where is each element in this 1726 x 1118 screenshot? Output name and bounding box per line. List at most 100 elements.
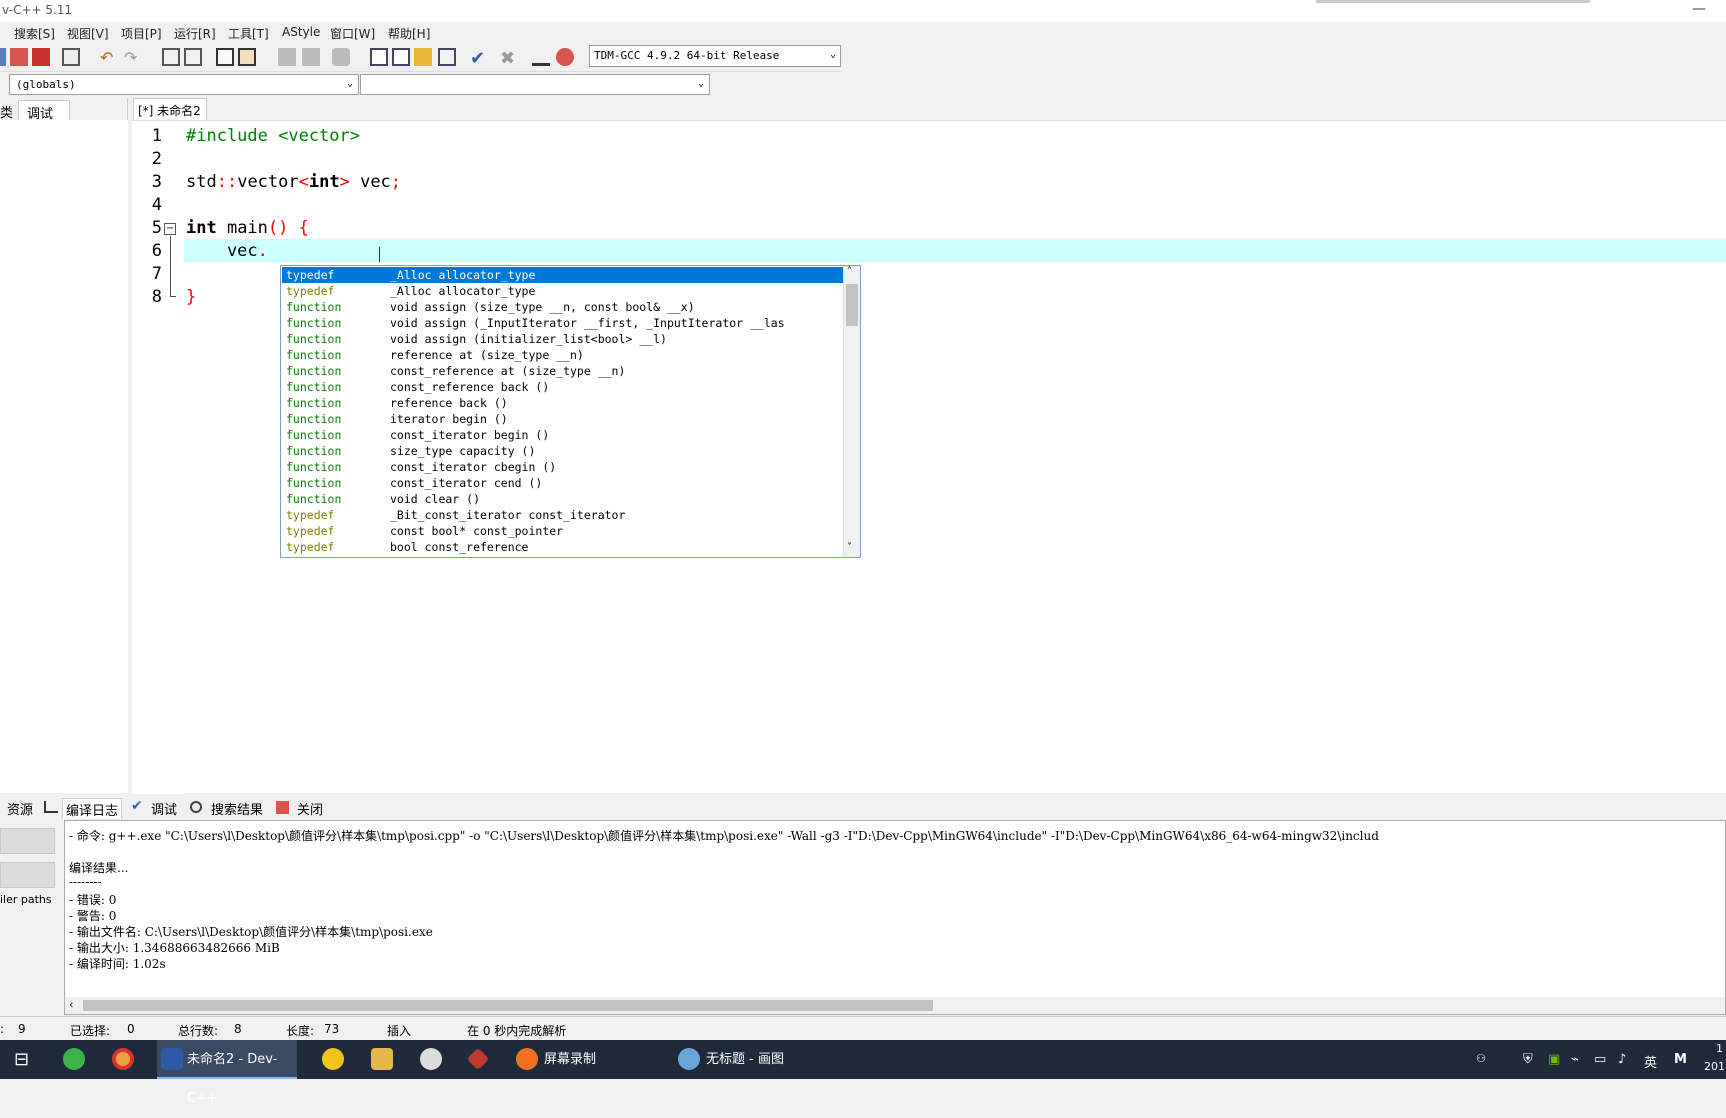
ac-item[interactable]: function void assign (_InputIterator __fi… [282, 315, 844, 331]
tab-debug[interactable]: 调试 [18, 100, 70, 122]
scroll-left-icon[interactable]: ‹ [69, 998, 73, 1011]
ac-item[interactable]: function const_iterator cend () [282, 475, 844, 491]
menu-tools[interactable]: 工具[T] [228, 25, 269, 42]
menu-window[interactable]: 窗口[W] [330, 25, 375, 42]
ac-item[interactable]: function void clear () [282, 491, 844, 507]
ac-item[interactable]: function const_reference back () [282, 379, 844, 395]
layout-icon[interactable] [414, 48, 432, 66]
tray-network-icon[interactable]: ⌁ [1571, 1052, 1579, 1067]
app-yellow-icon[interactable] [322, 1048, 344, 1070]
autocomplete-popup[interactable]: typedef _Alloc allocator_type typedef _All… [280, 265, 861, 558]
find-icon[interactable] [162, 48, 180, 66]
tab-classes[interactable]: 类 [0, 100, 17, 121]
bookmark-icon[interactable] [238, 48, 256, 66]
folder-icon[interactable] [371, 1048, 393, 1070]
scroll-down-icon[interactable]: ˅ [847, 542, 852, 553]
tray-m-icon[interactable]: M [1674, 1052, 1687, 1067]
save-icon[interactable] [0, 48, 6, 66]
compile-log[interactable]: - 命令: g++.exe "C:\Users\l\Desktop\颜值评分\样… [64, 820, 1726, 1015]
tab-compile-log[interactable]: 编译日志 [62, 798, 123, 819]
forward-icon[interactable] [302, 48, 320, 66]
close-file-icon[interactable] [32, 48, 50, 66]
menu-astyle[interactable]: AStyle [282, 25, 320, 39]
ac-item[interactable]: typedef _Alloc allocator_type [282, 283, 844, 299]
members-combo[interactable]: ⌄ [360, 74, 710, 95]
ac-item[interactable]: function size_type capacity () [282, 443, 844, 459]
clock-date[interactable]: 201 [1704, 1060, 1725, 1073]
log-line: - 警告: 0 [69, 909, 117, 923]
taskbar-devcpp[interactable]: 未命名2 - Dev-C++ [157, 1040, 297, 1106]
menu-view[interactable]: 视图[V] [67, 25, 109, 42]
chrome-icon[interactable] [112, 1048, 134, 1070]
fold-toggle-icon[interactable]: − [164, 223, 176, 235]
tab-debug-bottom[interactable]: 调试 [148, 798, 180, 818]
check-icon[interactable]: ✔ [470, 48, 488, 69]
tiles-icon[interactable] [438, 48, 456, 66]
option-button[interactable] [0, 828, 55, 854]
tab-search-results[interactable]: 搜索结果 [208, 798, 266, 818]
app-red-icon[interactable] [466, 1047, 490, 1071]
back-icon[interactable] [278, 48, 296, 66]
ac-scrollbar[interactable]: ˄ ˅ [843, 266, 860, 557]
tray-nvidia-icon[interactable]: ▣ [1548, 1052, 1560, 1067]
replace-icon[interactable] [184, 48, 202, 66]
chart-icon[interactable] [532, 48, 550, 66]
ac-item[interactable]: function const_iterator begin () [282, 427, 844, 443]
qq-icon[interactable] [420, 1048, 442, 1070]
ac-item[interactable]: function void assign (size_type __n, cons… [282, 299, 844, 315]
ac-item[interactable]: typedef _Bit_const_iterator const_iterato… [282, 507, 844, 523]
menu-project[interactable]: 项目[P] [121, 25, 162, 42]
tab-close[interactable]: 关闭 [294, 798, 326, 818]
ac-item[interactable]: function const_reference at (size_type __… [282, 363, 844, 379]
ac-scroll-thumb[interactable] [846, 284, 858, 326]
menu-search[interactable]: 搜索[S] [14, 25, 55, 42]
tray-display-icon[interactable]: ▭ [1594, 1052, 1606, 1067]
stop-icon[interactable] [332, 48, 350, 66]
tray-people-icon[interactable]: ⚇ [1476, 1052, 1486, 1065]
print-icon[interactable] [62, 48, 80, 66]
app-360-icon[interactable] [63, 1048, 85, 1070]
editor-tab[interactable]: [*] 未命名2 [133, 98, 207, 120]
grid-icon[interactable] [370, 48, 388, 66]
log-hscrollbar[interactable]: ‹ [65, 997, 1725, 1014]
taskbar-paint[interactable]: 无标题 - 画图 [676, 1040, 826, 1079]
debug-icon[interactable] [556, 48, 574, 66]
globals-combo[interactable]: (globals) ⌄ [9, 74, 359, 95]
ac-item[interactable]: typedef _Alloc allocator_type [282, 267, 844, 283]
check-icon: ✔ [131, 798, 143, 814]
close-icon [276, 801, 289, 814]
taskbar-recorder[interactable]: 屏幕录制 [512, 1040, 662, 1079]
window-icon[interactable] [392, 48, 410, 66]
tray-shield-icon[interactable]: ⛨ [1523, 1052, 1533, 1067]
undo-icon[interactable]: ↶ [100, 48, 118, 67]
tab-resources[interactable]: 资源 [4, 798, 36, 818]
option-button[interactable] [0, 862, 55, 888]
line-number: 2 [151, 149, 162, 169]
ac-item[interactable]: function iterator begin () [282, 411, 844, 427]
tray-ime[interactable]: 英 [1644, 1052, 1657, 1071]
redo-icon[interactable]: ↷ [124, 48, 142, 67]
devcpp-icon [161, 1048, 183, 1070]
ac-kind: function [286, 492, 342, 506]
ac-item[interactable]: function const_iterator cbegin () [282, 459, 844, 475]
taskbar: ⊟ 未命名2 - Dev-C++ 屏幕录制 无标题 - 画图 ⚇ ⛨ ▣ ⌁ ▭… [0, 1040, 1726, 1106]
goto-line-icon[interactable] [216, 48, 234, 66]
scroll-up-icon[interactable]: ˄ [847, 266, 852, 277]
ac-item[interactable]: function reference at (size_type __n) [282, 347, 844, 363]
minimize-icon[interactable]: — [1684, 0, 1714, 22]
menu-help[interactable]: 帮助[H] [388, 25, 430, 42]
ac-item[interactable]: typedef const bool* const_pointer [282, 523, 844, 539]
menu-run[interactable]: 运行[R] [174, 25, 216, 42]
ac-item[interactable]: function reference back () [282, 395, 844, 411]
ac-item[interactable]: typedef bool const_reference [282, 539, 844, 555]
save-all-icon[interactable] [10, 48, 28, 66]
ac-item[interactable]: function void assign (initializer_list<bo… [282, 331, 844, 347]
task-view-icon[interactable]: ⊟ [14, 1040, 29, 1079]
ac-signature: bool const_reference [390, 540, 529, 554]
chevron-down-icon: ⌄ [346, 78, 353, 89]
compiler-select[interactable]: TDM-GCC 4.9.2 64-bit Release ⌄ [589, 45, 841, 67]
clock-time[interactable]: 1 [1716, 1042, 1723, 1055]
log-scroll-thumb[interactable] [83, 1000, 933, 1011]
delete-icon[interactable]: ✖ [500, 48, 518, 69]
tray-volume-icon[interactable]: ♪ [1618, 1052, 1626, 1067]
